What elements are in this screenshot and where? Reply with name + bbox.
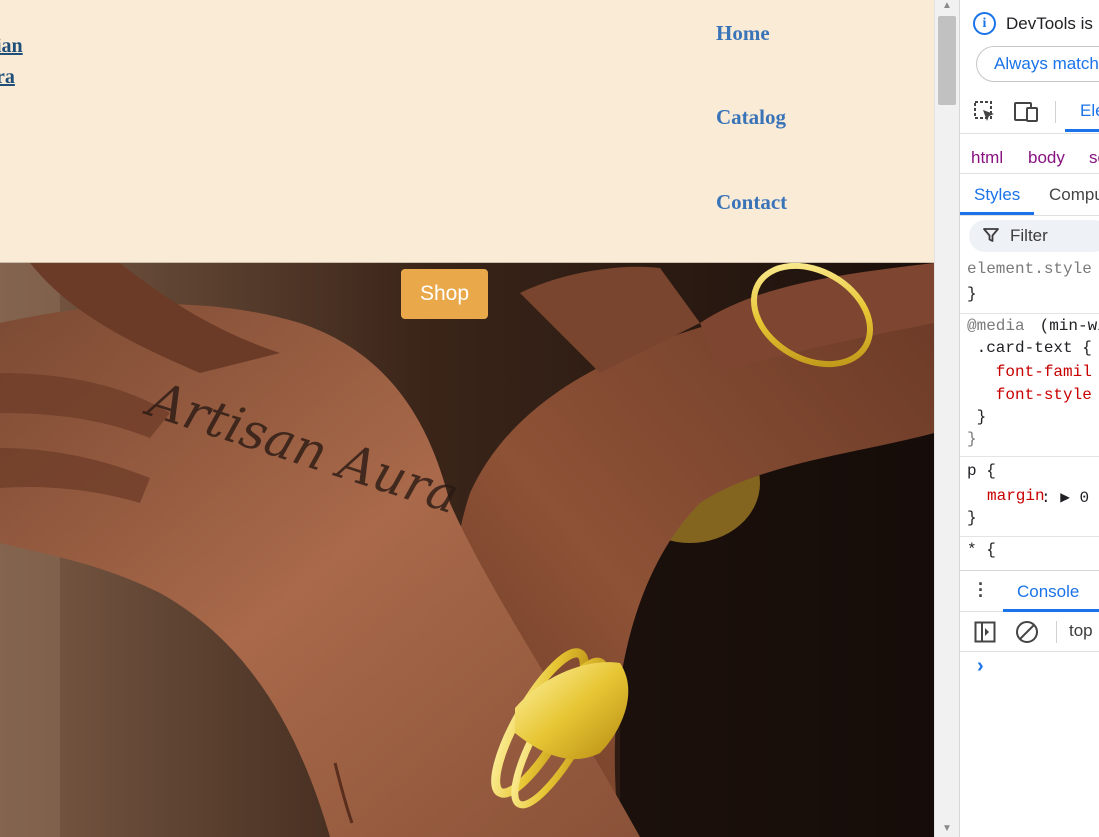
styles-filter-input[interactable]: Filter xyxy=(969,220,1099,252)
scroll-thumb[interactable] xyxy=(938,16,956,105)
console-sidebar-icon[interactable] xyxy=(974,621,996,643)
property-margin-value[interactable]: : ▶ 0 xyxy=(1041,487,1089,507)
always-match-button[interactable]: Always match xyxy=(976,46,1099,82)
device-toolbar-icon[interactable] xyxy=(1014,100,1040,124)
breadcrumb-body[interactable]: body xyxy=(1028,148,1065,168)
console-toolbar: top xyxy=(960,612,1099,652)
page-viewport: ian ra Home Catalog Contact xyxy=(0,0,934,837)
inspect-element-icon[interactable] xyxy=(973,100,997,124)
nav-link-catalog[interactable]: Catalog xyxy=(716,105,786,130)
media-keyword: @media xyxy=(967,317,1025,335)
toolbar-divider xyxy=(1055,101,1056,123)
breadcrumb: html body se xyxy=(960,140,1099,174)
tab-console[interactable]: Console xyxy=(1003,571,1099,612)
clear-console-icon[interactable] xyxy=(1015,620,1039,644)
scroll-down-arrow-icon[interactable]: ▼ xyxy=(942,823,952,834)
site-header: ian ra Home Catalog Contact xyxy=(0,0,934,263)
breadcrumb-html[interactable]: html xyxy=(971,148,1003,168)
tab-computed[interactable]: Compu xyxy=(1049,176,1099,214)
rule-selector-card-text[interactable]: .card-text { xyxy=(967,339,1092,357)
more-options-icon[interactable]: · · · xyxy=(978,575,984,605)
tab-elements[interactable]: Ele xyxy=(1065,92,1099,132)
brand-link-line-2[interactable]: ra xyxy=(0,66,15,89)
rule-close-brace: } xyxy=(967,509,977,527)
shop-button[interactable]: Shop xyxy=(401,269,488,319)
media-condition: (min-wi xyxy=(1039,317,1099,335)
devtools-toolbar: Ele xyxy=(960,92,1099,134)
rule-selector-element-style[interactable]: element.style xyxy=(967,260,1092,278)
property-font-family[interactable]: font-famil xyxy=(967,363,1092,381)
nav-link-contact[interactable]: Contact xyxy=(716,190,787,215)
styles-pane: element.style } @media (min-wi .card-tex… xyxy=(960,256,1099,568)
rule-selector-p[interactable]: p { xyxy=(967,462,996,480)
property-font-style[interactable]: font-style xyxy=(967,386,1092,404)
devtools-banner-text: DevTools is xyxy=(1006,14,1093,33)
styles-subtabs: Styles Compu xyxy=(960,176,1099,216)
tab-styles[interactable]: Styles xyxy=(960,176,1034,215)
rule-divider xyxy=(960,456,1099,457)
hero-photo-hands-bracelets: Artisan Aura xyxy=(0,263,934,837)
hero-image: Artisan Aura xyxy=(0,263,934,837)
property-margin[interactable]: margin xyxy=(987,487,1045,505)
info-icon: i xyxy=(973,12,996,35)
console-prompt-icon[interactable]: › xyxy=(977,655,984,678)
rule-selector-universal[interactable]: * { xyxy=(967,541,996,559)
rule-divider xyxy=(960,536,1099,537)
nav-link-home[interactable]: Home xyxy=(716,21,770,46)
filter-placeholder: Filter xyxy=(1010,226,1048,245)
devtools-panel: i DevTools is Always match Ele html body… xyxy=(959,0,1099,837)
devtools-drawer-tabs: · · · Console xyxy=(960,570,1099,612)
breadcrumb-section[interactable]: se xyxy=(1089,148,1099,168)
media-close-brace: } xyxy=(967,430,977,448)
rule-close-brace: } xyxy=(967,285,977,303)
rule-close-brace: } xyxy=(967,408,987,426)
toolbar-divider xyxy=(1056,621,1057,643)
console-context-selector[interactable]: top xyxy=(1069,621,1093,641)
rule-divider xyxy=(960,313,1099,314)
filter-icon xyxy=(983,228,999,242)
page-scrollbar[interactable]: ▲ ▼ xyxy=(934,0,959,837)
brand-link-line-1[interactable]: ian xyxy=(0,35,23,58)
scroll-up-arrow-icon[interactable]: ▲ xyxy=(942,0,952,11)
